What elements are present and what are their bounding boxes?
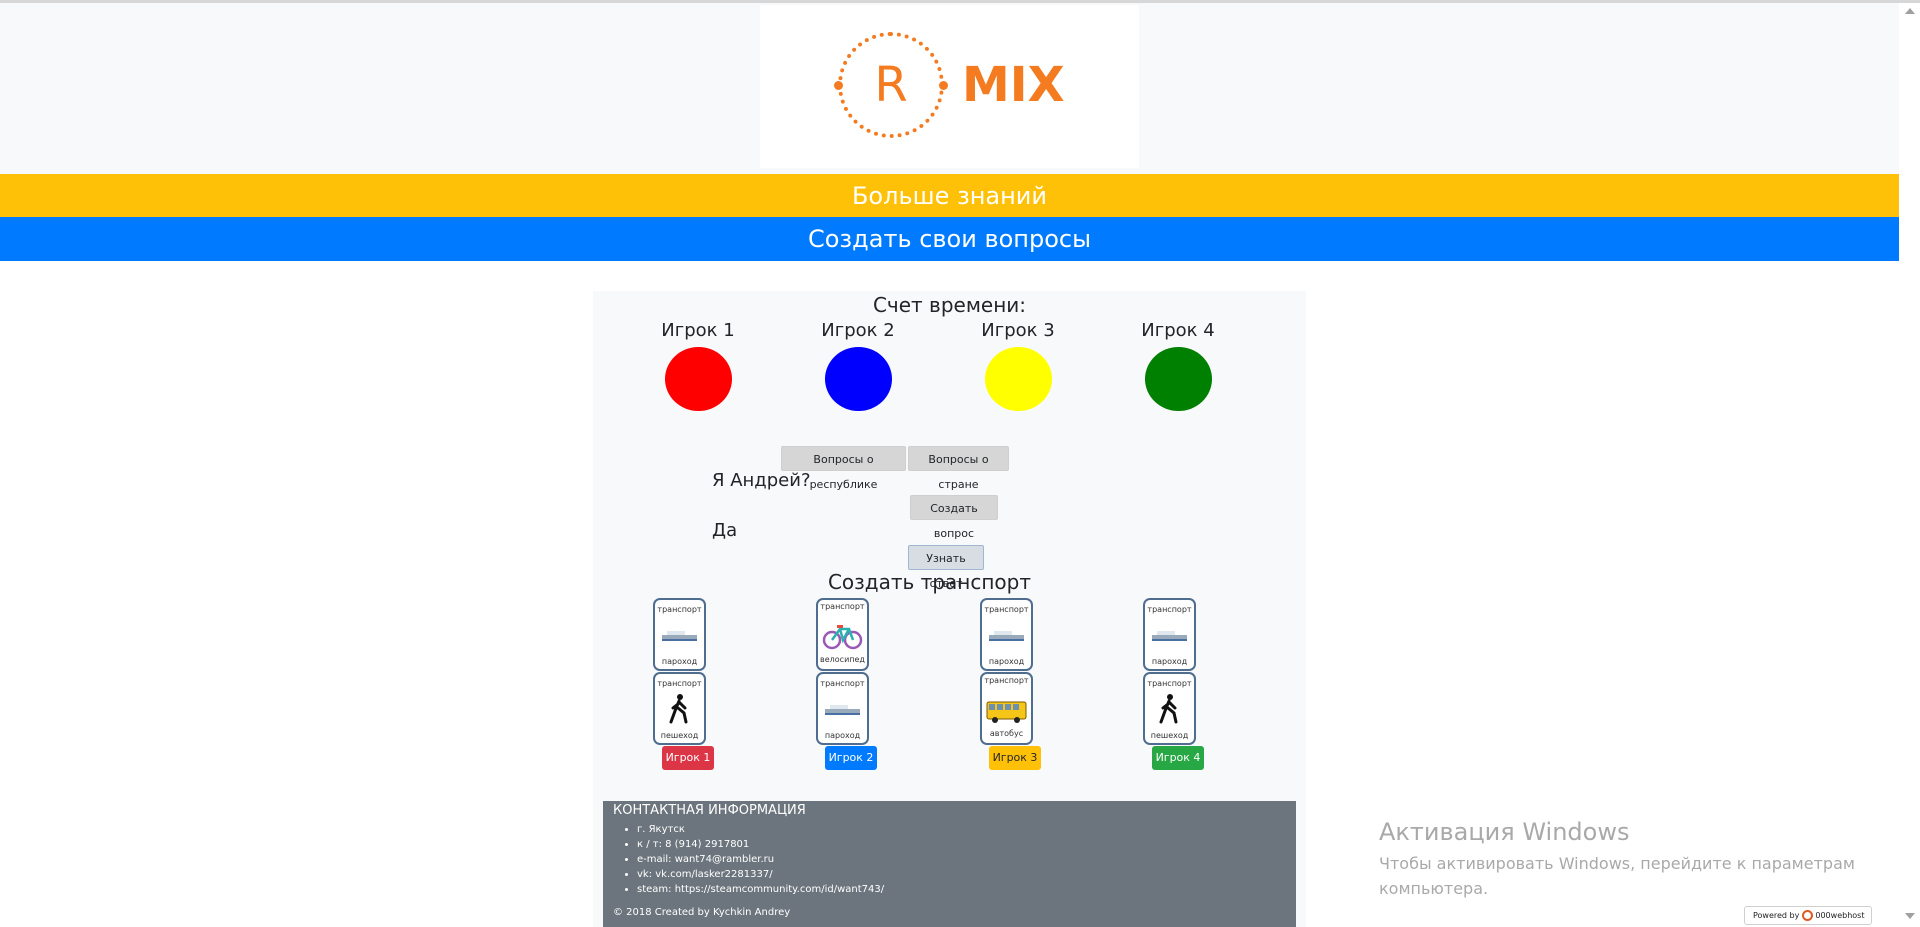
page: { "header": { "logo_letter": "R", "logo_… [0, 0, 1920, 927]
reveal-answer-button[interactable]: Узнать ответ [908, 545, 984, 590]
card-header: транспорт [1147, 605, 1192, 614]
card-label: пароход [661, 657, 698, 666]
windows-activation-title: Активация Windows [1379, 818, 1630, 846]
player-3-timer-button[interactable] [985, 347, 1052, 411]
card-header: транспорт [984, 676, 1029, 685]
card-header: транспорт [657, 605, 702, 614]
webhost-logo-icon [1802, 910, 1814, 921]
card-label: пароход [824, 731, 861, 740]
timer-title: Счет времени: [872, 293, 1027, 317]
footer: КОНТАКТНАЯ ИНФОРМАЦИЯ г. Якутск к / т: 8… [603, 801, 1296, 927]
transport-card[interactable]: транспорт пешеход [1143, 672, 1196, 745]
powered-brand: 000webhost [1815, 911, 1865, 920]
card-label: автобус [989, 729, 1024, 738]
transport-card[interactable]: транспорт автобус [980, 672, 1033, 745]
card-header: транспорт [1147, 679, 1192, 688]
pedestrian-icon [669, 694, 688, 724]
scroll-up-icon[interactable] [1905, 8, 1915, 14]
card-header: транспорт [820, 679, 865, 688]
player-2-button[interactable]: Игрок 2 [825, 746, 877, 770]
contact-vk[interactable]: vk: vk.com/lasker2281337/ [637, 867, 884, 882]
transport-card[interactable]: транспорт пароход [816, 672, 869, 745]
player-label-4: Игрок 4 [1141, 320, 1215, 341]
more-knowledge-link[interactable]: Больше знаний [0, 174, 1899, 217]
player-4-timer-button[interactable] [1145, 347, 1212, 411]
card-header: транспорт [657, 679, 702, 688]
card-header: транспорт [820, 602, 865, 611]
player-label-3: Игрок 3 [981, 320, 1055, 341]
card-label: велосипед [820, 655, 865, 664]
vertical-scrollbar[interactable] [1899, 3, 1920, 927]
ship-icon [662, 631, 697, 641]
windows-activation-subtitle: Чтобы активировать Windows, перейдите к … [1379, 854, 1855, 898]
pedestrian-icon [1159, 694, 1178, 724]
contact-email[interactable]: e-mail: want74@rambler.ru [637, 852, 884, 867]
bus-icon [986, 701, 1027, 723]
transport-card[interactable]: транспорт велосипед [816, 598, 869, 671]
footer-title: КОНТАКТНАЯ ИНФОРМАЦИЯ [613, 803, 806, 818]
question-text: Я Андрей? [712, 470, 811, 491]
ship-icon [825, 705, 860, 715]
country-questions-button[interactable]: Вопросы о стране [908, 446, 1009, 491]
answer-text: Да [712, 520, 738, 541]
transport-card[interactable]: транспорт пешеход [653, 672, 706, 745]
contact-steam[interactable]: steam: https://steamcommunity.com/id/wan… [637, 882, 884, 897]
player-3-button[interactable]: Игрок 3 [989, 746, 1041, 770]
create-question-button[interactable]: Создать вопрос [910, 495, 998, 540]
republic-questions-button[interactable]: Вопросы о республике [781, 446, 906, 491]
player-2-timer-button[interactable] [825, 347, 892, 411]
transport-card[interactable]: транспорт пароход [980, 598, 1033, 671]
transport-card[interactable]: транспорт пароход [653, 598, 706, 671]
logo-text: MIX [962, 57, 1065, 113]
powered-by-badge[interactable]: Powered by 000webhost [1744, 906, 1872, 925]
logo-letter: R [874, 57, 908, 113]
card-label: пароход [1151, 657, 1188, 666]
transport-card[interactable]: транспорт пароход [1143, 598, 1196, 671]
contact-list: г. Якутск к / т: 8 (914) 2917801 e-mail:… [637, 822, 884, 897]
bicycle-icon [822, 625, 863, 650]
ship-icon [1152, 631, 1187, 641]
player-label-2: Игрок 2 [821, 320, 895, 341]
card-label: пароход [988, 657, 1025, 666]
card-label: пешеход [660, 731, 699, 740]
logo[interactable] [760, 5, 1139, 168]
contact-phone: к / т: 8 (914) 2917801 [637, 837, 884, 852]
ship-icon [989, 631, 1024, 641]
card-header: транспорт [984, 605, 1029, 614]
player-1-button[interactable]: Игрок 1 [662, 746, 714, 770]
transport-title: Создать транспорт [827, 570, 1032, 594]
player-4-button[interactable]: Игрок 4 [1152, 746, 1204, 770]
create-questions-link[interactable]: Создать свои вопросы [0, 217, 1899, 261]
scroll-down-icon[interactable] [1905, 913, 1915, 919]
player-1-timer-button[interactable] [665, 347, 732, 411]
player-label-1: Игрок 1 [661, 320, 735, 341]
powered-label: Powered by [1753, 911, 1800, 920]
copyright: © 2018 Created by Kychkin Andrey [613, 907, 791, 918]
card-label: пешеход [1150, 731, 1189, 740]
contact-city: г. Якутск [637, 822, 884, 837]
